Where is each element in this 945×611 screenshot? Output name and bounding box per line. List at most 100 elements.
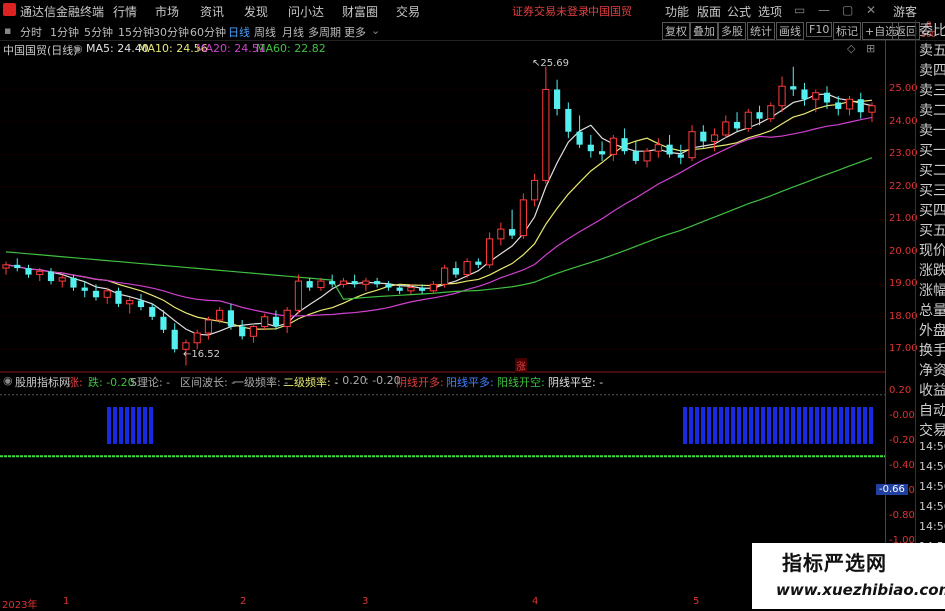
side-panel-item[interactable]: 卖五: [919, 40, 945, 60]
x-label-apr: 4: [532, 596, 539, 607]
grid-icon[interactable]: ▪: [4, 24, 11, 37]
period-15min[interactable]: 15分钟: [118, 24, 154, 40]
ind-item-yangpingduo: 阳线平多:: [446, 376, 494, 389]
menu-item-banmian[interactable]: 版面: [697, 3, 721, 20]
period-monthly[interactable]: 月线: [282, 24, 304, 40]
fuquan-button[interactable]: 复权: [662, 22, 690, 40]
candle-body: [362, 280, 370, 285]
side-panel-item[interactable]: 14:56: [919, 480, 945, 493]
side-panel-item[interactable]: 14:56: [919, 440, 945, 453]
menu-item-gongneng[interactable]: 功能: [665, 3, 689, 20]
ind-item-yinpingkong: 阴线平空: -: [548, 376, 604, 389]
side-panel-item[interactable]: 总量: [919, 300, 945, 320]
candle-body: [407, 287, 415, 292]
side-panel-item[interactable]: 买五: [919, 220, 945, 240]
indicator-bar: [833, 407, 837, 444]
menu-item-wenxiaoda[interactable]: 问小达: [288, 3, 324, 20]
period-fenshi[interactable]: 分时: [20, 24, 42, 40]
candle-body: [160, 316, 167, 330]
side-panel-item[interactable]: 卖二: [919, 100, 945, 120]
side-panel-item[interactable]: 买四: [919, 200, 945, 220]
ind-item-yiji: 一级频率: -: [233, 376, 289, 389]
side-panel-item[interactable]: 14:56: [919, 520, 945, 533]
candle-body: [823, 92, 831, 103]
side-panel-item[interactable]: 14:56: [919, 500, 945, 513]
period-more[interactable]: 更多: [344, 24, 366, 40]
expand-icon[interactable]: ⊞: [866, 42, 875, 55]
ind-item-zhang: 涨:: [68, 376, 83, 389]
indicator-bar: [821, 407, 825, 444]
indicator-bar: [143, 407, 147, 444]
side-panel-item[interactable]: 委比: [919, 20, 945, 40]
restore-icon[interactable]: ▢: [842, 3, 853, 17]
side-panel-item[interactable]: 自动: [919, 400, 945, 420]
menu-item-faxian[interactable]: 发现: [244, 3, 268, 20]
kline-chart[interactable]: [0, 57, 885, 596]
overlay-button[interactable]: 叠加: [690, 22, 718, 40]
menu-item-jiaoyi[interactable]: 交易: [396, 3, 420, 20]
draw-line-button[interactable]: 画线: [776, 22, 804, 40]
period-1min[interactable]: 1分钟: [50, 24, 79, 40]
f10-button[interactable]: F10: [806, 22, 833, 37]
menu-item-zixun[interactable]: 资讯: [200, 3, 224, 20]
indicator-bar: [149, 407, 153, 444]
mark-button[interactable]: 标记: [833, 22, 861, 40]
menu-item-gongshi[interactable]: 公式: [727, 3, 751, 20]
settings-circle-icon[interactable]: ◉: [73, 42, 83, 55]
ind-item-yangkaikong: 阳线开空:: [497, 376, 545, 389]
diamond-icon[interactable]: ◇: [847, 42, 855, 55]
side-panel-item[interactable]: 买三: [919, 180, 945, 200]
side-panel-item[interactable]: 买二: [919, 160, 945, 180]
guest-label[interactable]: 游客: [893, 3, 917, 20]
y-tick-sub: -0.00: [889, 410, 915, 421]
period-30min[interactable]: 30分钟: [153, 24, 189, 40]
candle-body: [621, 138, 628, 152]
candle-body: [351, 281, 358, 285]
indicator-bar: [761, 407, 765, 444]
login-status[interactable]: 证券交易未登录: [512, 3, 589, 19]
side-panel-item[interactable]: 卖三: [919, 80, 945, 100]
app-title: 通达信金融终端: [20, 5, 105, 19]
multistock-button[interactable]: 多股: [718, 22, 746, 40]
period-weekly[interactable]: 周线: [254, 24, 276, 40]
y-tick-sub: 0.20: [889, 385, 912, 396]
minimize-icon[interactable]: —: [818, 3, 830, 17]
side-panel-item[interactable]: 涨幅: [919, 280, 945, 300]
indicator-bar: [713, 407, 717, 444]
close-icon[interactable]: ✕: [866, 3, 876, 17]
candle-body: [137, 300, 145, 308]
side-panel-item[interactable]: 交易: [919, 420, 945, 440]
side-panel-item[interactable]: 净资: [919, 360, 945, 380]
side-panel-item[interactable]: 卖一: [919, 120, 945, 140]
side-panel-item[interactable]: 14:56: [919, 460, 945, 473]
period-60min[interactable]: 60分钟: [190, 24, 226, 40]
side-panel-item[interactable]: 卖四: [919, 60, 945, 80]
candle-body: [47, 271, 55, 282]
stats-button[interactable]: 统计: [747, 22, 775, 40]
indicator-title[interactable]: 股朋指标网: [15, 374, 70, 390]
candle-body: [801, 89, 808, 100]
side-panel-item[interactable]: 换手: [919, 340, 945, 360]
message-icon[interactable]: ▭: [794, 3, 805, 17]
chevron-down-icon[interactable]: ⌄: [371, 24, 380, 37]
y-tick-main: 19.00: [889, 278, 918, 290]
side-panel-item[interactable]: 外盘: [919, 320, 945, 340]
menu-item-shichang[interactable]: 市场: [155, 3, 179, 20]
side-panel-item[interactable]: 收益: [919, 380, 945, 400]
side-panel-item[interactable]: 涨跌: [919, 260, 945, 280]
period-multi[interactable]: 多周期: [308, 24, 341, 40]
menu-item-caifuquan[interactable]: 财富圈: [342, 3, 378, 20]
period-daily[interactable]: 日线: [228, 24, 250, 40]
period-5min[interactable]: 5分钟: [84, 24, 113, 40]
indicator-bar: [701, 407, 705, 444]
menu-item-hangqing[interactable]: 行情: [113, 3, 137, 20]
stock-title[interactable]: 中国国贸(日线): [3, 42, 78, 58]
candle-body: [868, 105, 876, 113]
indicator-settings-icon[interactable]: ◉: [3, 374, 13, 387]
menu-bar: 通达信金融终端 行情 市场 资讯 发现 问小达 财富圈 交易 证券交易未登录 中…: [0, 0, 945, 20]
side-panel-item[interactable]: 买一: [919, 140, 945, 160]
side-panel-item[interactable]: 现价: [919, 240, 945, 260]
menu-item-xuanxiang[interactable]: 选项: [758, 3, 782, 20]
candle-body: [272, 316, 280, 327]
indicator-bar: [785, 407, 789, 444]
